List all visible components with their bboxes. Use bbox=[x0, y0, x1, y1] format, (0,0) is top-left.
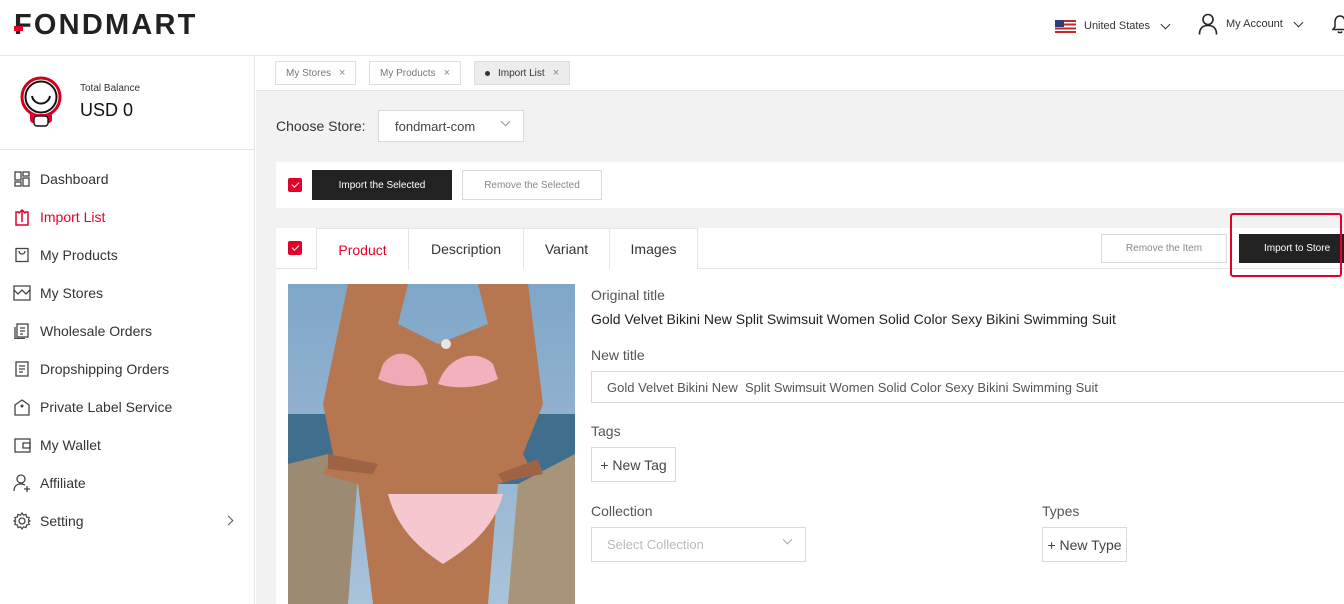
user-icon bbox=[1198, 13, 1218, 35]
sidebar-item-private-label-service[interactable]: Private Label Service bbox=[0, 388, 254, 426]
collection-select[interactable]: Select Collection bbox=[591, 527, 806, 562]
remove-selected-button[interactable]: Remove the Selected bbox=[462, 170, 602, 200]
tab-variant[interactable]: Variant bbox=[523, 228, 610, 269]
balance-label: Total Balance bbox=[80, 83, 141, 94]
product-image[interactable] bbox=[288, 284, 575, 604]
sidebar-item-label: Import List bbox=[40, 209, 106, 225]
bag-icon bbox=[13, 246, 31, 264]
bulk-action-bar: Import the Selected Remove the Selected bbox=[276, 162, 1344, 208]
sidebar-nav: Dashboard Import List My Products My Sto… bbox=[0, 160, 254, 540]
country-label: United States bbox=[1084, 20, 1151, 32]
collection-placeholder: Select Collection bbox=[607, 537, 704, 552]
balance-panel: Total Balance USD 0 bbox=[0, 56, 254, 150]
sidebar-item-label: My Products bbox=[40, 247, 118, 263]
remove-item-button[interactable]: Remove the Item bbox=[1101, 234, 1227, 263]
sidebar-item-label: My Stores bbox=[40, 285, 104, 301]
sidebar-item-label: Dropshipping Orders bbox=[40, 361, 170, 377]
sidebar-item-label: Wholesale Orders bbox=[40, 323, 153, 339]
page-tab-my-products[interactable]: My Products × bbox=[369, 61, 462, 85]
product-card-header: Product Description Variant Images Remov… bbox=[276, 213, 1344, 277]
import-selected-button[interactable]: Import the Selected bbox=[312, 170, 452, 200]
tags-label: Tags bbox=[591, 423, 621, 439]
new-tag-button[interactable]: + New Tag bbox=[591, 447, 676, 482]
dashboard-icon bbox=[13, 170, 31, 188]
main-content: My Stores × My Products × Import List × … bbox=[256, 56, 1344, 604]
sidebar-item-label: Private Label Service bbox=[40, 399, 173, 415]
sidebar-item-label: Dashboard bbox=[40, 171, 109, 187]
add-user-icon bbox=[13, 474, 31, 492]
tab-product[interactable]: Product bbox=[316, 228, 409, 270]
sidebar-item-dropshipping-orders[interactable]: Dropshipping Orders bbox=[0, 350, 254, 388]
chevron-down-icon bbox=[782, 534, 793, 545]
sidebar-item-my-stores[interactable]: My Stores bbox=[0, 274, 254, 312]
us-flag-icon bbox=[1055, 19, 1076, 33]
chevron-down-icon bbox=[1160, 19, 1171, 29]
account-menu[interactable]: My Account bbox=[1198, 13, 1304, 35]
page-tab-label: My Products bbox=[380, 67, 436, 79]
sidebar-item-my-wallet[interactable]: My Wallet bbox=[0, 426, 254, 464]
page-tab-label: Import List bbox=[498, 67, 545, 79]
close-icon[interactable]: × bbox=[339, 67, 345, 79]
logo-text: FONDMART bbox=[14, 9, 198, 41]
product-checkbox[interactable] bbox=[288, 241, 302, 255]
original-title-text: Gold Velvet Bikini New Split Swimsuit Wo… bbox=[591, 311, 1116, 327]
document-icon bbox=[13, 360, 31, 378]
close-icon[interactable]: × bbox=[444, 67, 450, 79]
sidebar-item-label: My Wallet bbox=[40, 437, 101, 453]
store-select-value: fondmart-com bbox=[395, 118, 476, 134]
sidebar-item-import-list[interactable]: Import List bbox=[0, 198, 254, 236]
choose-store-label: Choose Store: bbox=[276, 118, 366, 134]
original-title-label: Original title bbox=[591, 287, 665, 303]
active-dot-icon bbox=[485, 70, 490, 76]
import-icon bbox=[13, 208, 31, 226]
sidebar-item-affiliate[interactable]: Affiliate bbox=[0, 464, 254, 502]
account-label: My Account bbox=[1226, 18, 1283, 30]
close-icon[interactable]: × bbox=[553, 67, 559, 79]
gear-icon bbox=[13, 512, 31, 530]
sidebar-item-wholesale-orders[interactable]: Wholesale Orders bbox=[0, 312, 254, 350]
logo-accent bbox=[14, 26, 23, 31]
chevron-down-icon bbox=[500, 116, 511, 127]
sidebar: Total Balance USD 0 Dashboard Import Lis… bbox=[0, 56, 255, 604]
new-title-input[interactable]: Gold Velvet Bikini New Split Swimsuit Wo… bbox=[591, 371, 1344, 403]
types-label: Types bbox=[1042, 503, 1080, 519]
highlight-box bbox=[1230, 213, 1342, 277]
collection-label: Collection bbox=[591, 503, 653, 519]
sidebar-item-setting[interactable]: Setting bbox=[0, 502, 254, 540]
sidebar-item-my-products[interactable]: My Products bbox=[0, 236, 254, 274]
page-tabs-bar: My Stores × My Products × Import List × bbox=[256, 56, 1344, 91]
balance-value: USD 0 bbox=[80, 100, 134, 120]
avatar bbox=[20, 76, 62, 127]
tag-icon bbox=[13, 398, 31, 416]
fondmart-logo[interactable]: FONDMART bbox=[14, 9, 198, 42]
chevron-down-icon bbox=[1293, 17, 1304, 27]
new-title-label: New title bbox=[591, 347, 645, 363]
product-card: Product Description Variant Images Remov… bbox=[276, 213, 1344, 604]
orders-icon bbox=[13, 322, 31, 340]
top-header: FONDMART United States My Account bbox=[0, 0, 1344, 56]
new-type-button[interactable]: + New Type bbox=[1042, 527, 1127, 562]
store-icon bbox=[13, 284, 31, 302]
bell-icon[interactable] bbox=[1332, 14, 1344, 34]
page-tab-label: My Stores bbox=[286, 67, 332, 79]
sidebar-item-label: Affiliate bbox=[40, 475, 86, 491]
chevron-right-icon bbox=[223, 515, 234, 526]
tab-images[interactable]: Images bbox=[609, 228, 698, 269]
sidebar-item-label: Setting bbox=[40, 513, 84, 529]
wallet-icon bbox=[13, 436, 31, 454]
country-selector[interactable]: United States bbox=[1055, 17, 1171, 35]
store-select[interactable]: fondmart-com bbox=[378, 110, 524, 142]
tab-description[interactable]: Description bbox=[408, 228, 524, 269]
sidebar-item-dashboard[interactable]: Dashboard bbox=[0, 160, 254, 198]
page-tab-my-stores[interactable]: My Stores × bbox=[275, 61, 357, 85]
page-tab-import-list[interactable]: Import List × bbox=[474, 61, 571, 85]
select-all-checkbox[interactable] bbox=[288, 178, 302, 192]
